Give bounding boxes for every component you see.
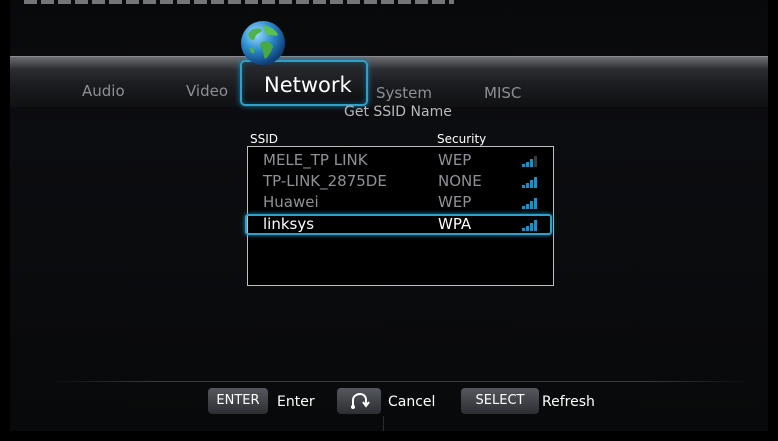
network-security: WEP (438, 151, 472, 169)
settings-screen: Audio Video Network System MISC Get SSID… (10, 0, 768, 431)
tab-network-label: Network (264, 73, 352, 97)
network-row[interactable]: Huawei WEP (248, 193, 553, 212)
select-key-button[interactable]: SELECT (461, 388, 539, 414)
tab-system[interactable]: System (376, 84, 432, 102)
network-ssid: linksys (263, 215, 315, 233)
network-security: NONE (438, 172, 482, 190)
signal-strength-icon (522, 220, 537, 231)
enter-label: Enter (277, 394, 315, 410)
page-subtitle: Get SSID Name (344, 104, 452, 120)
network-ssid: TP-LINK_2875DE (263, 172, 387, 190)
ssid-list: MELE_TP LINK WEP TP-LINK_2875DE NONE Hua… (245, 146, 554, 286)
signal-strength-icon (522, 198, 537, 209)
network-security: WEP (438, 193, 472, 211)
globe-icon (241, 21, 285, 65)
network-row-selected[interactable]: linksys WPA (245, 214, 553, 235)
signal-strength-icon (522, 177, 537, 188)
column-header-security: Security (437, 132, 487, 146)
network-ssid: MELE_TP LINK (263, 151, 368, 169)
cancel-label: Cancel (388, 394, 436, 410)
bottom-divider (383, 416, 384, 431)
network-row[interactable]: MELE_TP LINK WEP (248, 151, 553, 170)
network-row[interactable]: TP-LINK_2875DE NONE (248, 172, 553, 191)
column-header-ssid: SSID (250, 132, 279, 146)
return-arrow-icon (351, 392, 370, 409)
footer-divider (50, 381, 750, 382)
refresh-label: Refresh (542, 394, 595, 410)
top-decoration (24, 0, 454, 4)
tab-audio[interactable]: Audio (82, 82, 125, 100)
signal-strength-icon (522, 156, 537, 167)
tab-video[interactable]: Video (186, 82, 228, 100)
network-ssid: Huawei (263, 193, 319, 211)
network-security: WPA (438, 215, 472, 233)
enter-key-button[interactable]: ENTER (208, 388, 268, 414)
cancel-key-button[interactable] (337, 388, 381, 414)
tab-misc[interactable]: MISC (484, 84, 521, 102)
